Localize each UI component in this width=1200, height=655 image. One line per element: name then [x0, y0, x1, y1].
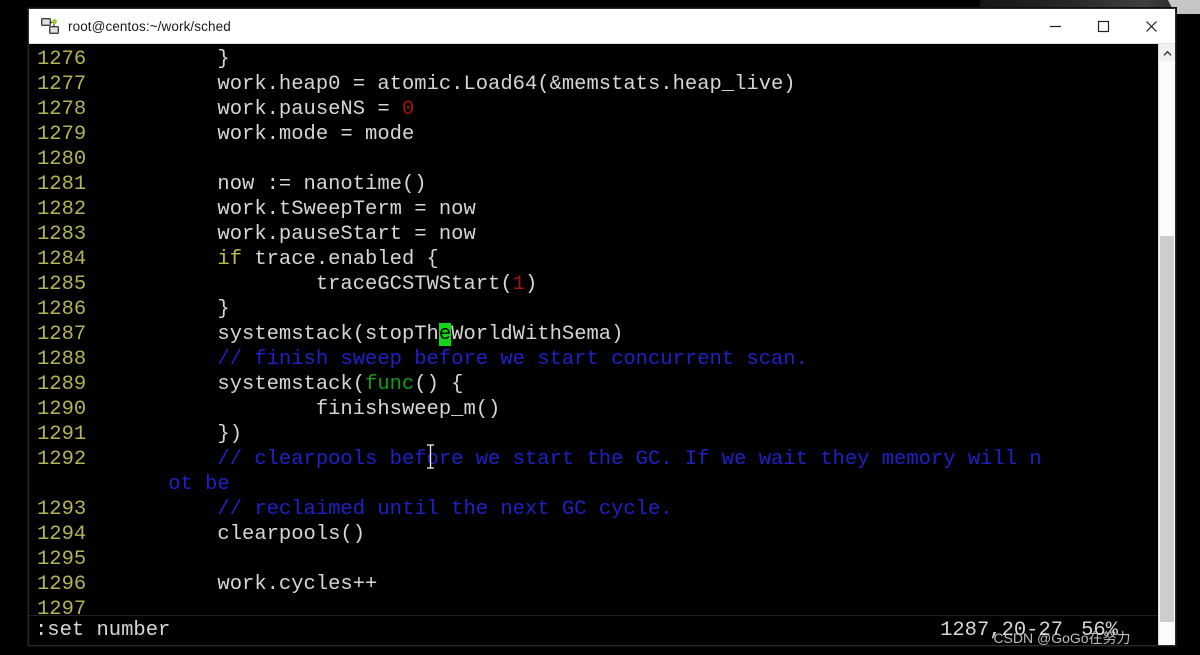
code-line: 1286 }: [31, 297, 1158, 322]
vim-status-line: :set number 1287,20-27 56%: [29, 615, 1158, 645]
code-segment: }: [119, 298, 230, 321]
code-segment: systemstack(: [119, 373, 366, 396]
code-line: 1280: [31, 147, 1158, 172]
line-number: 1281: [37, 173, 87, 196]
line-number: 1287: [37, 323, 87, 346]
code-segment: work.pauseNS =: [119, 98, 402, 121]
code-line: 1282 work.tSweepTerm = now: [31, 197, 1158, 222]
scrollbar-track[interactable]: [1159, 61, 1175, 645]
code-segment: func: [365, 373, 415, 396]
putty-network-icon: [41, 17, 59, 35]
code-line: 1284 if trace.enabled {: [31, 247, 1158, 272]
code-line-list: 1276 } 1277 work.heap0 = atomic.Load64(&m…: [31, 47, 1158, 622]
line-number: 1277: [37, 73, 87, 96]
code-segment: // reclaimed until the next GC cycle.: [119, 498, 673, 521]
line-number: 1291: [37, 423, 87, 446]
code-segment: // clearpools before we start the GC. If…: [119, 448, 1042, 471]
line-number: 1295: [37, 548, 87, 571]
code-segment: 1: [512, 273, 525, 296]
line-number: 1278: [37, 98, 87, 121]
code-line: ot be: [31, 472, 1158, 497]
line-number: 1290: [37, 398, 87, 421]
code-segment: now := nanotime(): [119, 173, 427, 196]
code-segment: }): [119, 423, 243, 446]
close-button[interactable]: [1127, 9, 1175, 43]
line-number: 1284: [37, 248, 87, 271]
code-segment: systemstack(stopTh: [119, 323, 439, 346]
line-number: 1279: [37, 123, 87, 146]
code-line: 1278 work.pauseNS = 0: [31, 97, 1158, 122]
maximize-icon: [1097, 20, 1110, 33]
code-line: 1293 // reclaimed until the next GC cycl…: [31, 497, 1158, 522]
cursor-position-indicator: 1287,20-27: [940, 619, 1064, 642]
code-line: 1296 work.cycles++: [31, 572, 1158, 597]
line-number: 1292: [37, 448, 87, 471]
window-title: root@centos:~/work/sched: [68, 18, 231, 34]
code-line: 1292 // clearpools before we start the G…: [31, 447, 1158, 472]
line-number: 1285: [37, 273, 87, 296]
text-cursor: e: [438, 323, 452, 346]
line-number: 1294: [37, 523, 87, 546]
line-number: 1293: [37, 498, 87, 521]
code-segment: }: [119, 48, 230, 71]
vim-editor-viewport[interactable]: 1276 } 1277 work.heap0 = atomic.Load64(&m…: [29, 44, 1158, 645]
code-line: 1276 }: [31, 47, 1158, 72]
code-segment: WorldWithSema): [451, 323, 624, 346]
code-line: 1287 systemstack(stopTheWorldWithSema): [31, 322, 1158, 347]
code-line: 1291 }): [31, 422, 1158, 447]
putty-terminal-window: root@centos:~/work/sched 1276} 1277 wor…: [28, 8, 1176, 646]
code-segment: ot be: [119, 473, 230, 496]
code-line: 1279 work.mode = mode: [31, 122, 1158, 147]
line-number: 1286: [37, 298, 87, 321]
line-number: 1283: [37, 223, 87, 246]
scrollbar-thumb[interactable]: [1160, 236, 1174, 622]
code-line: 1283 work.pauseStart = now: [31, 222, 1158, 247]
code-segment: ): [524, 273, 538, 296]
vertical-scrollbar[interactable]: [1158, 44, 1175, 645]
code-segment: work.pauseStart = now: [119, 223, 476, 246]
title-bar[interactable]: root@centos:~/work/sched: [29, 9, 1175, 44]
chevron-up-icon: [1162, 44, 1172, 62]
code-segment: work.tSweepTerm = now: [119, 198, 476, 221]
line-number: 1296: [37, 573, 87, 596]
line-number: 1288: [37, 348, 87, 371]
terminal-body: 1276 } 1277 work.heap0 = atomic.Load64(&m…: [29, 44, 1175, 645]
code-segment: work.heap0 = atomic.Load64(&memstats.hea…: [119, 73, 796, 96]
line-number: 1276: [37, 48, 87, 71]
code-line: 1294 clearpools(): [31, 522, 1158, 547]
code-segment: 0: [401, 98, 415, 121]
line-number: 1280: [37, 148, 87, 171]
code-segment: clearpools(): [119, 523, 366, 546]
code-line: 1289 systemstack(func() {: [31, 372, 1158, 397]
scroll-percent-indicator: 56%: [1081, 619, 1118, 642]
code-segment: if: [217, 248, 243, 271]
minimize-button[interactable]: [1031, 9, 1079, 43]
code-segment: traceGCSTWStart(: [119, 273, 513, 296]
vim-command-line[interactable]: :set number: [29, 619, 940, 642]
minimize-icon: [1049, 20, 1062, 33]
code-segment: () {: [414, 373, 464, 396]
code-line: 1288 // finish sweep before we start con…: [31, 347, 1158, 372]
line-number: 1282: [37, 198, 87, 221]
code-segment: trace.enabled {: [242, 248, 439, 271]
scrollbar-up-button[interactable]: [1159, 44, 1175, 61]
code-line: 1281 now := nanotime(): [31, 172, 1158, 197]
code-line: 1290 finishsweep_m(): [31, 397, 1158, 422]
code-segment: work.cycles++: [119, 573, 378, 596]
desktop-background: root@centos:~/work/sched 1276} 1277 wor…: [0, 0, 1200, 655]
line-number: 1289: [37, 373, 87, 396]
code-segment: // finish sweep before we start concurre…: [119, 348, 808, 371]
code-line: 1295: [31, 547, 1158, 572]
code-segment: finishsweep_m(): [119, 398, 501, 421]
code-line: 1285 traceGCSTWStart(1): [31, 272, 1158, 297]
code-line: 1277 work.heap0 = atomic.Load64(&memstat…: [31, 72, 1158, 97]
code-segment: work.mode = mode: [119, 123, 415, 146]
maximize-button[interactable]: [1079, 9, 1127, 43]
close-icon: [1145, 20, 1158, 33]
